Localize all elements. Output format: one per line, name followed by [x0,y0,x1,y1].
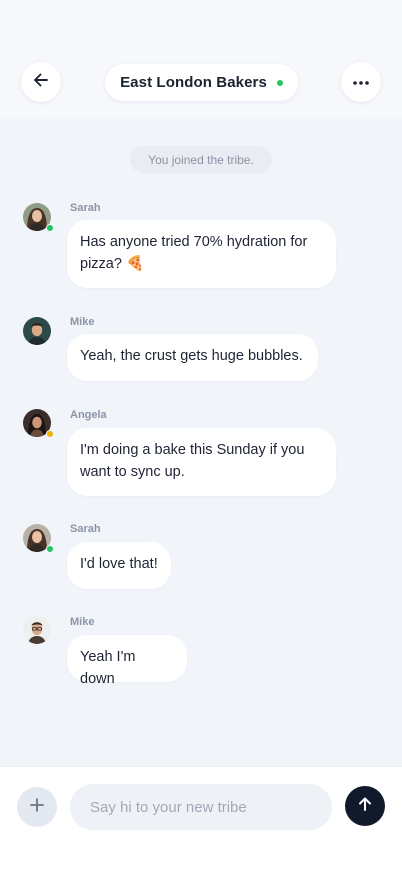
avatar-mike[interactable] [23,317,51,345]
system-message: You joined the tribe. [130,146,272,173]
message-input[interactable] [70,784,332,830]
sender-name: Sarah [70,202,101,214]
online-status-dot [46,224,54,232]
chat-title-pill[interactable]: East London Bakers [105,64,298,101]
online-status-dot [46,545,54,553]
sender-name: Angela [70,409,107,421]
add-attachment-button[interactable] [17,787,57,827]
avatar-sarah[interactable] [23,524,54,553]
sender-name: Sarah [70,523,101,535]
message-bubble[interactable]: I'm doing a bake this Sunday if you want… [67,428,336,496]
plus-icon [29,797,45,818]
message-composer [0,766,402,875]
more-options-button[interactable] [341,62,381,102]
message-bubble[interactable]: Yeah, the crust gets huge bubbles. [67,334,318,381]
message-bubble[interactable]: Has anyone tried 70% hydration for pizza… [67,220,336,288]
chat-header: East London Bakers [0,0,402,119]
avatar-sarah[interactable] [23,203,54,232]
arrow-up-icon [357,796,373,817]
sender-name: Mike [70,616,95,628]
more-horizontal-icon [352,73,370,91]
send-button[interactable] [345,786,385,826]
avatar-angela[interactable] [23,409,54,438]
arrow-left-icon [32,71,50,94]
chat-title: East London Bakers [120,74,267,91]
back-button[interactable] [21,62,61,102]
away-status-dot [46,430,54,438]
message-bubble[interactable]: I'd love that! [67,542,171,589]
message-bubble[interactable]: Yeah I'm down [67,635,187,687]
avatar-mike[interactable] [23,616,51,644]
online-status-dot [276,79,283,86]
sender-name: Mike [70,316,95,328]
